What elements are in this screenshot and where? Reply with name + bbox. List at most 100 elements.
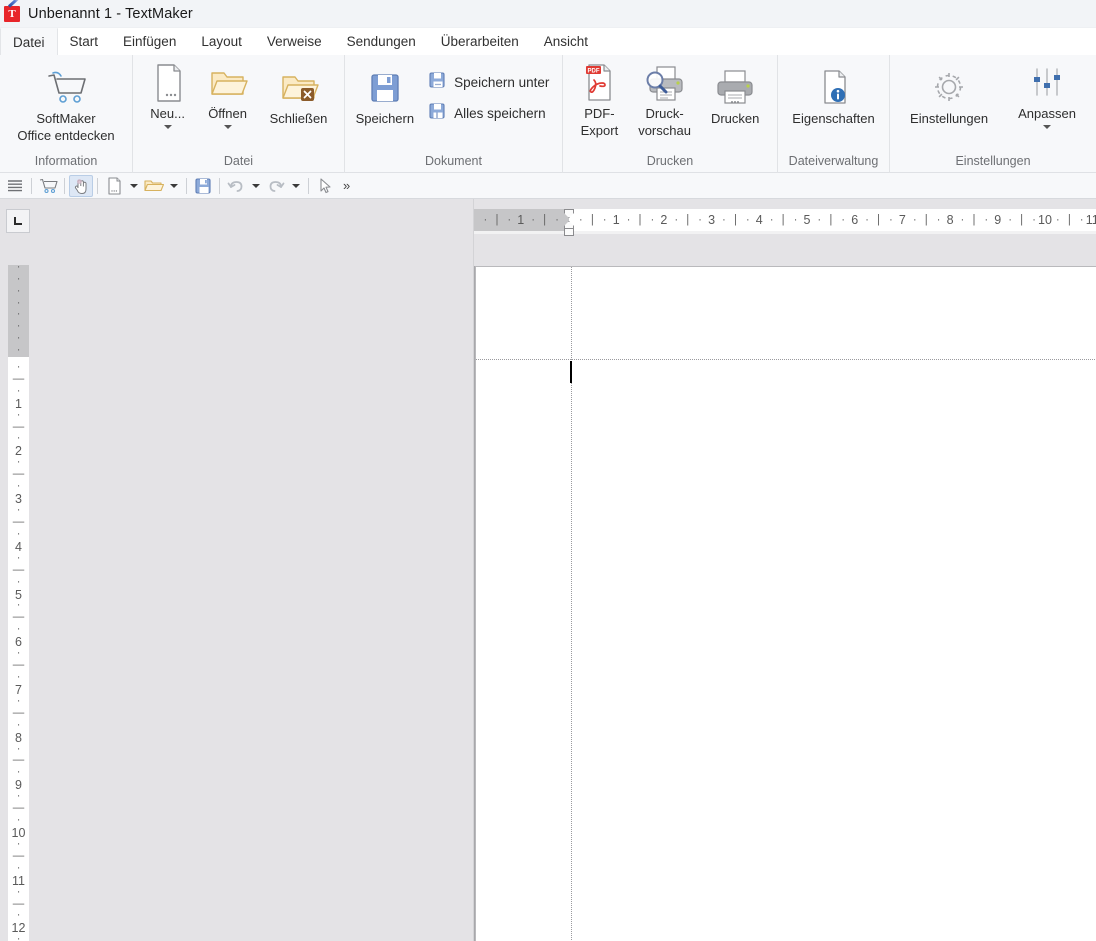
- open-folder-icon: [208, 62, 248, 104]
- ruler-tick: ·: [769, 214, 774, 226]
- ruler-tick: ·: [16, 480, 21, 493]
- ruler-tick: ·: [16, 284, 21, 297]
- pdf-export-icon: PDF: [582, 62, 616, 104]
- left-indent-marker[interactable]: [564, 228, 574, 236]
- chevron-down-icon[interactable]: [163, 125, 172, 129]
- ribbon-group-dokument: Speichern Speichern unter Alles speicher…: [345, 55, 563, 173]
- document-properties-label: Eigenschaften: [792, 111, 875, 126]
- print-button[interactable]: Drucken: [705, 59, 765, 127]
- new-document-dropdown[interactable]: [126, 175, 142, 197]
- ribbon-tab-layout[interactable]: Layout: [189, 28, 255, 55]
- print-preview-icon: [642, 62, 688, 104]
- ruler-tick: ·: [16, 790, 21, 803]
- ruler-tick: —: [12, 611, 25, 624]
- ruler-tick: |: [686, 214, 690, 226]
- open-dropdown[interactable]: [166, 175, 182, 197]
- ribbon-tab-datei[interactable]: Datei: [0, 28, 58, 55]
- select-object-button[interactable]: [313, 175, 337, 197]
- open-label: Öffnen: [208, 106, 247, 121]
- toolbar-separator: [186, 177, 187, 194]
- ruler-tick: ·: [16, 504, 21, 517]
- ruler-tick: |: [1067, 214, 1071, 226]
- ruler-tick: ·: [16, 551, 21, 564]
- ribbon-tab-verweise[interactable]: Verweise: [255, 28, 335, 55]
- save-as-icon: [428, 71, 446, 94]
- settings-button[interactable]: Einstellungen: [904, 59, 994, 127]
- ruler-tick: |: [733, 214, 737, 226]
- chevron-down-icon[interactable]: [1043, 125, 1052, 129]
- toolbar-overflow-button[interactable]: »: [337, 178, 356, 193]
- chevron-down-icon: [130, 183, 138, 188]
- close-button[interactable]: Schließen: [264, 59, 334, 127]
- save-button[interactable]: Speichern: [350, 59, 421, 127]
- sidebar-toggle-button[interactable]: [3, 175, 27, 197]
- ribbon-tab-sendungen[interactable]: Sendungen: [335, 28, 429, 55]
- tab-stop-selector-button[interactable]: [6, 209, 30, 233]
- new-document-label: Neu...: [150, 106, 185, 121]
- ruler-tick: |: [781, 214, 785, 226]
- pdf-export-button[interactable]: PDF PDF- Export: [575, 59, 625, 139]
- ruler-tick: ·: [16, 308, 21, 321]
- new-document-button[interactable]: Neu...: [144, 59, 192, 129]
- new-document-button[interactable]: [102, 175, 126, 197]
- save-button[interactable]: [191, 175, 215, 197]
- ruler-label: 7: [898, 213, 906, 227]
- open-button[interactable]: [142, 175, 166, 197]
- ruler-tick: ·: [16, 575, 21, 588]
- touch-mode-button[interactable]: [69, 174, 93, 197]
- ribbon-tab-ansicht[interactable]: Ansicht: [532, 28, 601, 55]
- shopping-cart-icon: [44, 67, 88, 109]
- document-page[interactable]: [475, 266, 1096, 941]
- document-properties-icon: [816, 67, 852, 109]
- ruler-label: 9: [994, 213, 1002, 227]
- ruler-tick: |: [972, 214, 976, 226]
- ruler-label: 10: [1038, 213, 1052, 227]
- redo-dropdown[interactable]: [288, 175, 304, 197]
- ruler-tick: |: [495, 214, 499, 226]
- chevron-down-icon: [252, 183, 260, 188]
- ruler-label: 2: [660, 213, 668, 227]
- svg-text:PDF: PDF: [588, 69, 600, 75]
- undo-icon: [227, 180, 243, 192]
- undo-button[interactable]: [224, 175, 248, 197]
- toolbar-separator: [64, 177, 65, 194]
- ribbon-tab-einf-gen[interactable]: Einfügen: [111, 28, 189, 55]
- text-cursor: [570, 361, 572, 383]
- ribbon-tab-start[interactable]: Start: [58, 28, 112, 55]
- ruler-tick: ·: [722, 214, 726, 226]
- gear-icon: [929, 67, 969, 109]
- document-properties-button[interactable]: Eigenschaften: [786, 59, 880, 127]
- ruler-tick: —: [12, 659, 25, 672]
- ruler-tick: ·: [745, 214, 750, 226]
- customize-label: Anpassen: [1018, 106, 1076, 121]
- ruler-tick: ·: [16, 384, 21, 397]
- top-margin-guide: [476, 359, 1096, 360]
- ruler-tick: ·: [960, 214, 965, 226]
- ruler-label: 8: [946, 213, 954, 227]
- save-all-button[interactable]: Alles speichern: [424, 98, 557, 129]
- ruler-label: 11: [1085, 213, 1096, 227]
- ruler-tick: ·: [16, 332, 21, 345]
- customize-button[interactable]: Anpassen: [1012, 59, 1082, 129]
- save-as-button[interactable]: Speichern unter: [424, 67, 557, 98]
- open-button[interactable]: Öffnen: [202, 59, 254, 129]
- save-icon: [195, 177, 211, 194]
- save-icon: [367, 67, 403, 109]
- ruler-tick: ·: [650, 214, 655, 226]
- discover-softmaker-office-button[interactable]: SoftMaker Office entdecken: [11, 59, 120, 144]
- chevron-down-icon[interactable]: [223, 125, 232, 129]
- ruler-tick: —: [12, 754, 25, 767]
- print-preview-button[interactable]: Druck- vorschau: [632, 59, 697, 139]
- shop-button[interactable]: [36, 175, 60, 197]
- discover-softmaker-office-label: SoftMaker Office entdecken: [17, 111, 115, 143]
- textmaker-icon: T: [4, 0, 20, 22]
- ruler-tick: —: [12, 849, 25, 862]
- undo-dropdown[interactable]: [248, 175, 264, 197]
- ribbon-tab--berarbeiten[interactable]: Überarbeiten: [429, 28, 532, 55]
- vertical-ruler[interactable]: · · · · · · · · · — · 1 · — · 2 · — · 3 · — · 4 · — · 5 · — · 6 · — · 7 · — · 8…: [8, 265, 29, 941]
- ruler-tick: |: [638, 214, 642, 226]
- redo-button[interactable]: [264, 175, 288, 197]
- ruler-tick: |: [924, 214, 928, 226]
- ribbon-group-drucken: PDF PDF- Export Druck- vorschau Drucken …: [563, 55, 778, 173]
- ruler-tick: ·: [1079, 214, 1084, 226]
